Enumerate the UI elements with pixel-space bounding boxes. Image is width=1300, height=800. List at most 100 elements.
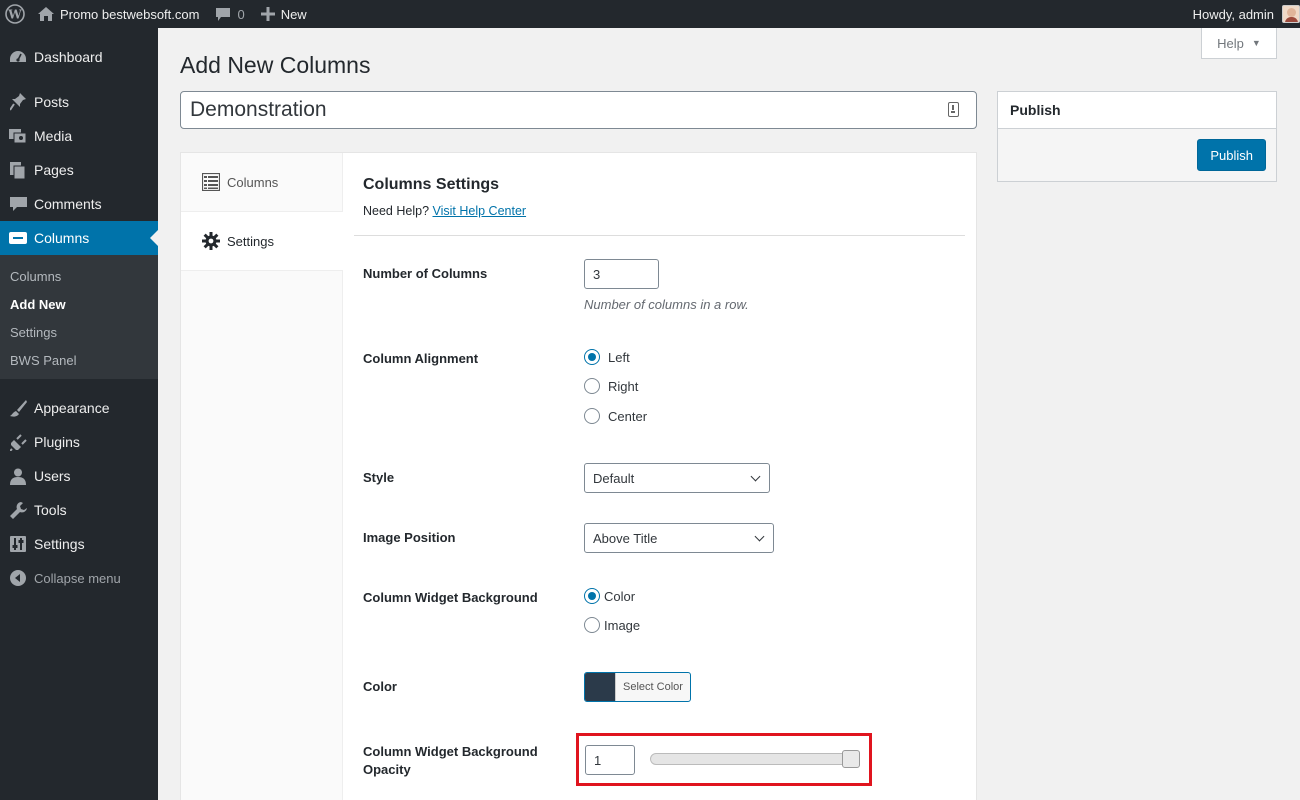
menu-tools[interactable]: Tools <box>0 493 158 527</box>
chevron-down-icon <box>750 471 761 482</box>
radio-unchecked[interactable] <box>584 617 600 633</box>
gear-icon <box>202 232 220 250</box>
settings-body: Columns Settings Need Help? Visit Help C… <box>343 153 976 800</box>
field-info-icon[interactable] <box>948 102 959 117</box>
menu-label: Users <box>34 468 71 484</box>
collapse-arrow-icon <box>8 568 28 588</box>
title-field[interactable]: Demonstration <box>180 91 977 129</box>
list-icon <box>202 173 220 191</box>
menu-columns[interactable]: Columns <box>0 221 158 255</box>
brush-icon <box>8 398 28 418</box>
alignment-label: Column Alignment <box>363 351 479 366</box>
color-label: Color <box>363 679 397 694</box>
menu-label: Dashboard <box>34 49 103 65</box>
caret-down-icon: ▼ <box>1251 38 1261 48</box>
submenu-bws-panel[interactable]: BWS Panel <box>0 346 158 374</box>
tab-settings[interactable]: Settings <box>181 212 343 271</box>
opacity-slider-track[interactable] <box>650 753 860 765</box>
pin-icon <box>8 92 28 112</box>
site-name-link[interactable]: Promo bestwebsoft.com <box>30 0 207 28</box>
radio-label: Right <box>608 378 639 394</box>
submenu-columns[interactable]: Columns <box>0 262 158 290</box>
select-color-label: Select Color <box>615 673 690 701</box>
style-label: Style <box>363 470 395 485</box>
num-columns-label: Number of Columns <box>363 266 488 281</box>
opacity-slider-handle[interactable] <box>842 750 860 768</box>
divider <box>354 235 965 236</box>
menu-label: Columns <box>34 230 90 246</box>
new-label: New <box>280 6 307 22</box>
comments-link[interactable]: 0 <box>207 0 252 28</box>
menu-comments[interactable]: Comments <box>0 187 158 221</box>
wrench-icon <box>8 500 28 520</box>
columns-submenu: Columns Add New Settings BWS Panel <box>0 255 158 379</box>
menu-settings[interactable]: Settings <box>0 527 158 561</box>
publish-box-body: Publish <box>998 129 1276 181</box>
menu-plugins[interactable]: Plugins <box>0 425 158 459</box>
admin-sidebar: Dashboard Posts Media Pages Comments Col… <box>0 28 158 800</box>
menu-label: Pages <box>34 162 74 178</box>
radio-checked[interactable] <box>584 588 600 604</box>
need-help-text: Need Help? Visit Help Center <box>363 204 526 218</box>
radio-label: Color <box>604 588 636 604</box>
menu-appearance[interactable]: Appearance <box>0 391 158 425</box>
menu-posts[interactable]: Posts <box>0 85 158 119</box>
opacity-value: 1 <box>594 752 602 768</box>
menu-label: Tools <box>34 502 67 518</box>
radio-label: Center <box>608 408 648 424</box>
radio-unchecked[interactable] <box>584 378 600 394</box>
columns-icon <box>8 228 28 248</box>
select-color-button[interactable]: Select Color <box>584 672 691 702</box>
sliders-icon <box>8 534 28 554</box>
settings-panel: Columns Settings Columns Settings Need H… <box>180 152 977 800</box>
color-swatch <box>585 673 615 701</box>
plugin-icon <box>8 432 28 452</box>
bg-label: Column Widget Background <box>363 590 538 605</box>
bg-image-option[interactable]: Image <box>584 617 640 633</box>
svg-text:W: W <box>7 8 22 22</box>
radio-checked[interactable] <box>584 349 600 365</box>
help-tab-button[interactable]: Help ▼ <box>1201 28 1277 59</box>
image-position-select[interactable]: Above Title <box>584 523 774 553</box>
dashboard-icon <box>8 47 28 67</box>
chevron-down-icon <box>754 531 765 542</box>
num-columns-input[interactable]: 3 <box>584 259 659 289</box>
menu-media[interactable]: Media <box>0 119 158 153</box>
menu-label: Media <box>34 128 73 144</box>
bg-color-option[interactable]: Color <box>584 588 635 604</box>
tab-label: Settings <box>227 233 274 249</box>
alignment-center-option[interactable]: Center <box>584 408 647 424</box>
radio-unchecked[interactable] <box>584 408 600 424</box>
avatar <box>1282 5 1300 23</box>
howdy-text: Howdy, admin <box>1192 6 1274 22</box>
menu-label: Appearance <box>34 400 110 416</box>
opacity-input[interactable]: 1 <box>585 745 635 775</box>
style-value: Default <box>593 470 635 486</box>
style-select[interactable]: Default <box>584 463 770 493</box>
wordpress-logo-icon[interactable]: W <box>0 0 30 28</box>
publish-button[interactable]: Publish <box>1197 139 1266 171</box>
publish-box: Publish Publish <box>997 91 1277 182</box>
alignment-left-option[interactable]: Left <box>584 349 630 365</box>
submenu-add-new[interactable]: Add New <box>0 290 158 318</box>
page-title: Add New Columns <box>180 52 371 78</box>
collapse-menu-button[interactable]: Collapse menu <box>0 561 158 595</box>
num-columns-value: 3 <box>593 266 601 282</box>
help-center-link[interactable]: Visit Help Center <box>433 204 527 218</box>
menu-dashboard[interactable]: Dashboard <box>0 40 158 74</box>
user-icon <box>8 466 28 486</box>
tab-columns[interactable]: Columns <box>181 153 342 212</box>
submenu-settings[interactable]: Settings <box>0 318 158 346</box>
image-position-value: Above Title <box>593 530 658 546</box>
title-value: Demonstration <box>190 98 327 121</box>
new-content-link[interactable]: New <box>253 0 315 28</box>
menu-users[interactable]: Users <box>0 459 158 493</box>
main-content: Help ▼ Add New Columns Demonstration Col… <box>158 28 1300 800</box>
menu-label: Posts <box>34 94 70 110</box>
site-name: Promo bestwebsoft.com <box>60 6 200 22</box>
alignment-right-option[interactable]: Right <box>584 378 638 394</box>
home-icon <box>38 7 54 21</box>
menu-pages[interactable]: Pages <box>0 153 158 187</box>
media-icon <box>8 126 28 146</box>
my-account-link[interactable]: Howdy, admin <box>1185 0 1300 28</box>
